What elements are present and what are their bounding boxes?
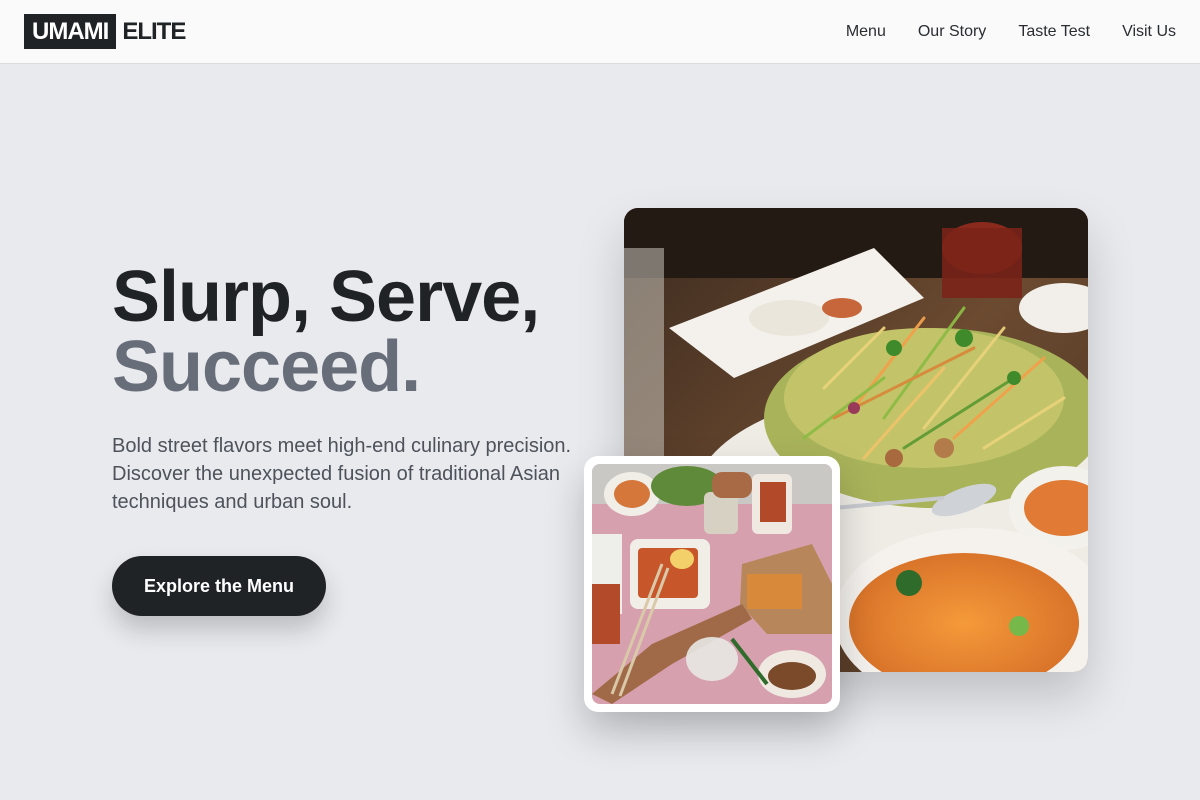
hero-title-line-2: Succeed.: [112, 327, 421, 407]
hero-title-line-1: Slurp, Serve,: [112, 257, 540, 337]
logo-rest-text: ELITE: [122, 17, 186, 45]
street-food-table-illustration: [592, 464, 832, 704]
site-header: UMAMI ELITE Menu Our Story Taste Test Vi…: [0, 0, 1200, 64]
hero-description: Bold street flavors meet high-end culina…: [112, 435, 572, 513]
brand-logo[interactable]: UMAMI ELITE: [24, 14, 186, 49]
nav-link-taste-test[interactable]: Taste Test: [1018, 23, 1090, 41]
nav-link-menu[interactable]: Menu: [846, 23, 886, 41]
main-nav: Menu Our Story Taste Test Visit Us: [846, 0, 1176, 64]
logo-box-text: UMAMI: [24, 14, 117, 49]
secondary-food-photo: [584, 456, 840, 712]
explore-menu-button[interactable]: Explore the Menu: [112, 556, 326, 616]
hero-title: Slurp, Serve, Succeed.: [112, 257, 540, 407]
nav-link-visit-us[interactable]: Visit Us: [1122, 23, 1176, 41]
nav-link-our-story[interactable]: Our Story: [918, 23, 986, 41]
